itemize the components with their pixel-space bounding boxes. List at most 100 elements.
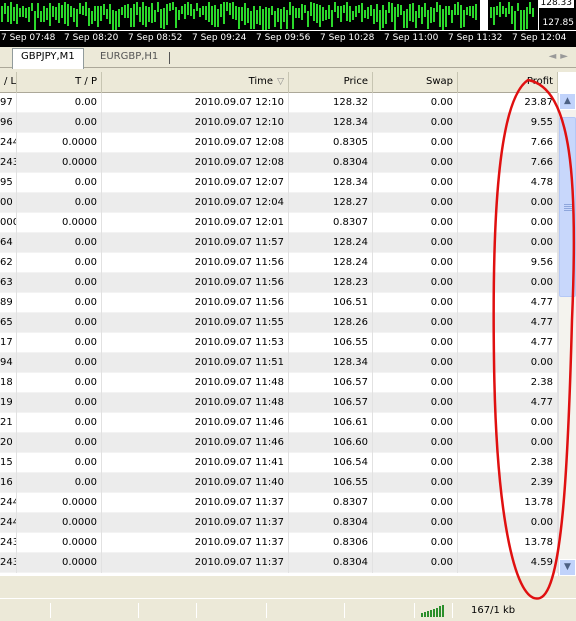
cell-time: 2010.09.07 12:08	[102, 133, 289, 153]
table-row[interactable]: 0000.00002010.09.07 12:010.83070.000.00	[0, 213, 558, 233]
cell-profit: 0.00	[458, 513, 558, 533]
table-row[interactable]: 2440.00002010.09.07 12:080.83050.007.66	[0, 133, 558, 153]
cell-swap: 0.00	[373, 433, 458, 453]
cell-price: 0.8304	[289, 513, 373, 533]
cell-sl: 21	[0, 413, 17, 433]
column-header-tp[interactable]: T / P	[17, 72, 102, 93]
cell-sl: 000	[0, 213, 17, 233]
table-row[interactable]: 16 0.00 2010.09.07 11:40 106.55 0.00 2.39	[0, 473, 558, 493]
table-row[interactable]: 2430.00002010.09.07 12:080.83040.007.66	[0, 153, 558, 173]
table-row[interactable]: 18 0.00 2010.09.07 11:48 106.57 0.00 2.38	[0, 373, 558, 393]
price-high-label: 128.33	[538, 0, 574, 8]
table-row[interactable]: 65 0.00 2010.09.07 11:55 128.26 0.00 4.77	[0, 313, 558, 333]
cell-tp: 0.00	[17, 453, 102, 473]
cell-swap: 0.00	[373, 513, 458, 533]
tab-separator	[169, 52, 170, 64]
cell-price: 106.55	[289, 333, 373, 353]
cell-tp: 0.00	[17, 293, 102, 313]
table-row[interactable]: 19 0.00 2010.09.07 11:48 106.57 0.00 4.77	[0, 393, 558, 413]
connection-bar	[424, 612, 426, 617]
cell-swap: 0.00	[373, 253, 458, 273]
table-row[interactable]: 00 0.00 2010.09.07 12:04 128.27 0.00 0.00	[0, 193, 558, 213]
table-row[interactable]: 21 0.00 2010.09.07 11:46 106.61 0.00 0.00	[0, 413, 558, 433]
tab-scroll-arrows[interactable]: ◄►	[549, 51, 572, 62]
scroll-thumb[interactable]	[559, 117, 576, 297]
time-axis-label: 7 Sep 11:00	[384, 33, 439, 43]
cell-sl: 96	[0, 113, 17, 133]
cell-tp: 0.00	[17, 113, 102, 133]
cell-profit: 9.55	[458, 113, 558, 133]
cell-tp: 0.0000	[17, 153, 102, 173]
table-row[interactable]: 95 0.00 2010.09.07 12:07 128.34 0.00 4.78	[0, 173, 558, 193]
cell-sl: 63	[0, 273, 17, 293]
table-row[interactable]: 17 0.00 2010.09.07 11:53 106.55 0.00 4.77	[0, 333, 558, 353]
status-separator	[452, 603, 453, 618]
column-header-time[interactable]: Time ▽	[102, 72, 289, 93]
cell-swap: 0.00	[373, 333, 458, 353]
tab-gbpjpy-m1[interactable]: GBPJPY,M1	[12, 48, 84, 69]
grip-line	[564, 204, 572, 205]
cell-profit: 2.39	[458, 473, 558, 493]
cell-profit: 7.66	[458, 153, 558, 173]
table-row[interactable]: 2430.00002010.09.07 11:370.83040.004.59	[0, 553, 558, 573]
table-row[interactable]: 2440.00002010.09.07 11:370.83040.000.00	[0, 513, 558, 533]
scroll-down-button[interactable]: ▼	[559, 559, 576, 576]
tab-eurgbp-h1[interactable]: EURGBP,H1	[92, 49, 166, 68]
table-row[interactable]: 97 0.00 2010.09.07 12:10 128.32 0.00 23.87	[0, 93, 558, 113]
cell-tp: 0.00	[17, 413, 102, 433]
trade-history-table: / L T / P Time ▽ Price Swap Profit 97 0.00…	[0, 72, 576, 576]
table-row[interactable]: 15 0.00 2010.09.07 11:41 106.54 0.00 2.38	[0, 453, 558, 473]
price-chart-strip[interactable]: 128.33 127.85 7 Sep 07:48 7 Sep 08:20 7 …	[0, 0, 576, 47]
cell-tp: 0.0000	[17, 493, 102, 513]
table-row[interactable]: 63 0.00 2010.09.07 11:56 128.23 0.00 0.00	[0, 273, 558, 293]
cell-swap: 0.00	[373, 453, 458, 473]
cell-sl: 95	[0, 173, 17, 193]
status-separator	[266, 603, 267, 618]
sort-descending-icon: ▽	[277, 77, 284, 87]
table-row[interactable]: 89 0.00 2010.09.07 11:56 106.51 0.00 4.77	[0, 293, 558, 313]
cell-swap: 0.00	[373, 113, 458, 133]
column-header-sl[interactable]: / L	[0, 72, 17, 93]
cell-price: 106.57	[289, 393, 373, 413]
scroll-up-button[interactable]: ▲	[559, 93, 576, 110]
table-row[interactable]: 2440.00002010.09.07 11:370.83070.0013.78	[0, 493, 558, 513]
cell-sl: 244	[0, 133, 17, 153]
cell-price: 128.34	[289, 113, 373, 133]
cell-sl: 94	[0, 353, 17, 373]
cell-profit: 23.87	[458, 93, 558, 113]
cell-time: 2010.09.07 11:46	[102, 433, 289, 453]
cell-profit: 0.00	[458, 273, 558, 293]
cell-profit: 4.77	[458, 313, 558, 333]
cell-time: 2010.09.07 12:01	[102, 213, 289, 233]
cell-price: 128.27	[289, 193, 373, 213]
cell-sl: 62	[0, 253, 17, 273]
price-axis: 128.33 127.85	[538, 0, 576, 30]
connection-bar	[433, 609, 435, 617]
cell-price: 0.8307	[289, 213, 373, 233]
column-header-profit[interactable]: Profit	[458, 72, 558, 93]
table-row[interactable]: 2430.00002010.09.07 11:370.83060.0013.78	[0, 533, 558, 553]
table-row[interactable]: 64 0.00 2010.09.07 11:57 128.24 0.00 0.00	[0, 233, 558, 253]
cell-profit: 13.78	[458, 533, 558, 553]
cell-swap: 0.00	[373, 413, 458, 433]
table-row[interactable]: 20 0.00 2010.09.07 11:46 106.60 0.00 0.00	[0, 433, 558, 453]
cell-price: 128.32	[289, 93, 373, 113]
table-row[interactable]: 96 0.00 2010.09.07 12:10 128.34 0.00 9.55	[0, 113, 558, 133]
cell-tp: 0.0000	[17, 133, 102, 153]
cell-swap: 0.00	[373, 373, 458, 393]
table-row[interactable]: 94 0.00 2010.09.07 11:51 128.34 0.00 0.00	[0, 353, 558, 373]
table-header: / L T / P Time ▽ Price Swap Profit	[0, 72, 558, 93]
column-header-price[interactable]: Price	[289, 72, 373, 93]
vertical-scrollbar[interactable]: ▲ ▼	[558, 93, 576, 576]
table-body: 97 0.00 2010.09.07 12:10 128.32 0.00 23.87 96 0…	[0, 93, 558, 573]
cell-time: 2010.09.07 11:46	[102, 413, 289, 433]
cell-profit: 4.77	[458, 333, 558, 353]
cell-time: 2010.09.07 12:10	[102, 113, 289, 133]
column-header-swap[interactable]: Swap	[373, 72, 458, 93]
current-price-marker	[480, 0, 488, 30]
cell-time: 2010.09.07 11:48	[102, 393, 289, 413]
table-row[interactable]: 62 0.00 2010.09.07 11:56 128.24 0.00 9.56	[0, 253, 558, 273]
cell-profit: 4.59	[458, 553, 558, 573]
cell-sl: 15	[0, 453, 17, 473]
cell-time: 2010.09.07 11:57	[102, 233, 289, 253]
